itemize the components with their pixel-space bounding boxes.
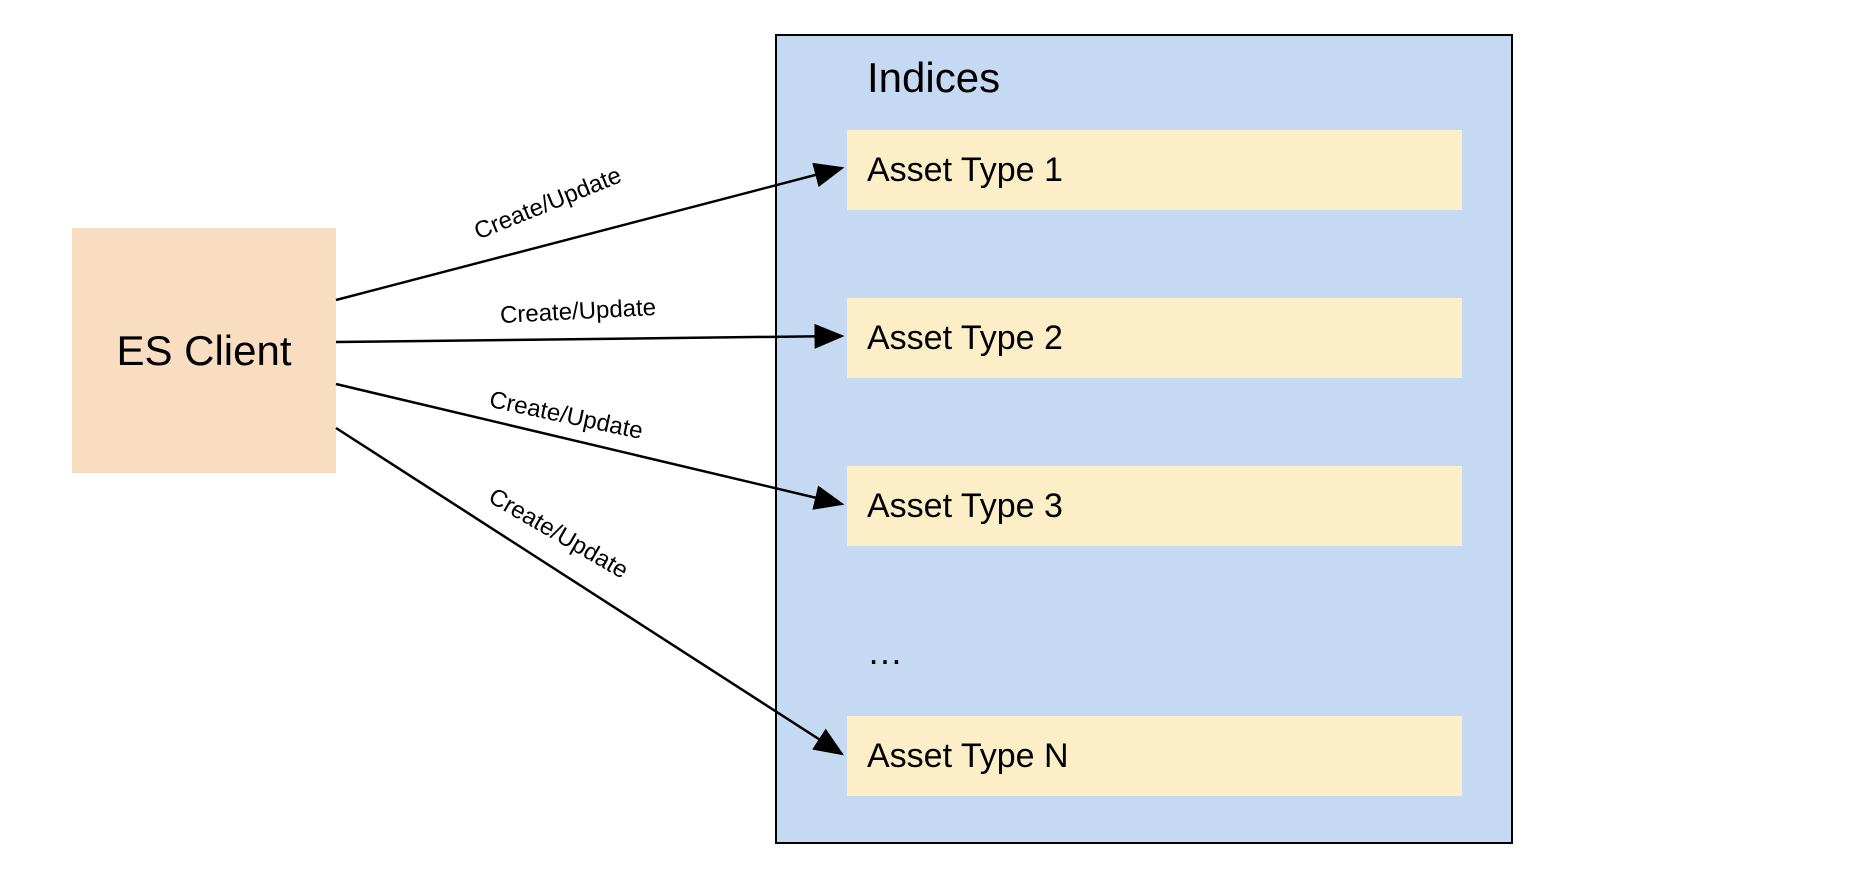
asset-type-1-label: Asset Type 1 xyxy=(867,151,1063,190)
index-asset-type-1: Asset Type 1 xyxy=(847,130,1462,210)
asset-type-n-label: Asset Type N xyxy=(867,737,1069,776)
index-asset-type-3: Asset Type 3 xyxy=(847,466,1462,546)
es-client-box: ES Client xyxy=(72,228,336,473)
index-asset-type-n: Asset Type N xyxy=(847,716,1462,796)
asset-type-3-label: Asset Type 3 xyxy=(867,487,1063,526)
ellipsis-label: … xyxy=(867,631,903,673)
edge-label-1: Create/Update xyxy=(470,162,625,246)
indices-container: Indices Asset Type 1 Asset Type 2 Asset … xyxy=(775,34,1513,844)
indices-title: Indices xyxy=(867,54,1000,102)
asset-type-2-label: Asset Type 2 xyxy=(867,319,1063,358)
index-asset-type-2: Asset Type 2 xyxy=(847,298,1462,378)
edge-label-4: Create/Update xyxy=(483,483,632,585)
es-client-label: ES Client xyxy=(116,327,291,375)
arrow-to-asset-2 xyxy=(336,336,842,342)
arrow-to-asset-n xyxy=(336,428,842,754)
edge-label-2: Create/Update xyxy=(499,294,656,330)
arrow-to-asset-3 xyxy=(336,384,842,504)
edge-label-3: Create/Update xyxy=(487,386,646,446)
